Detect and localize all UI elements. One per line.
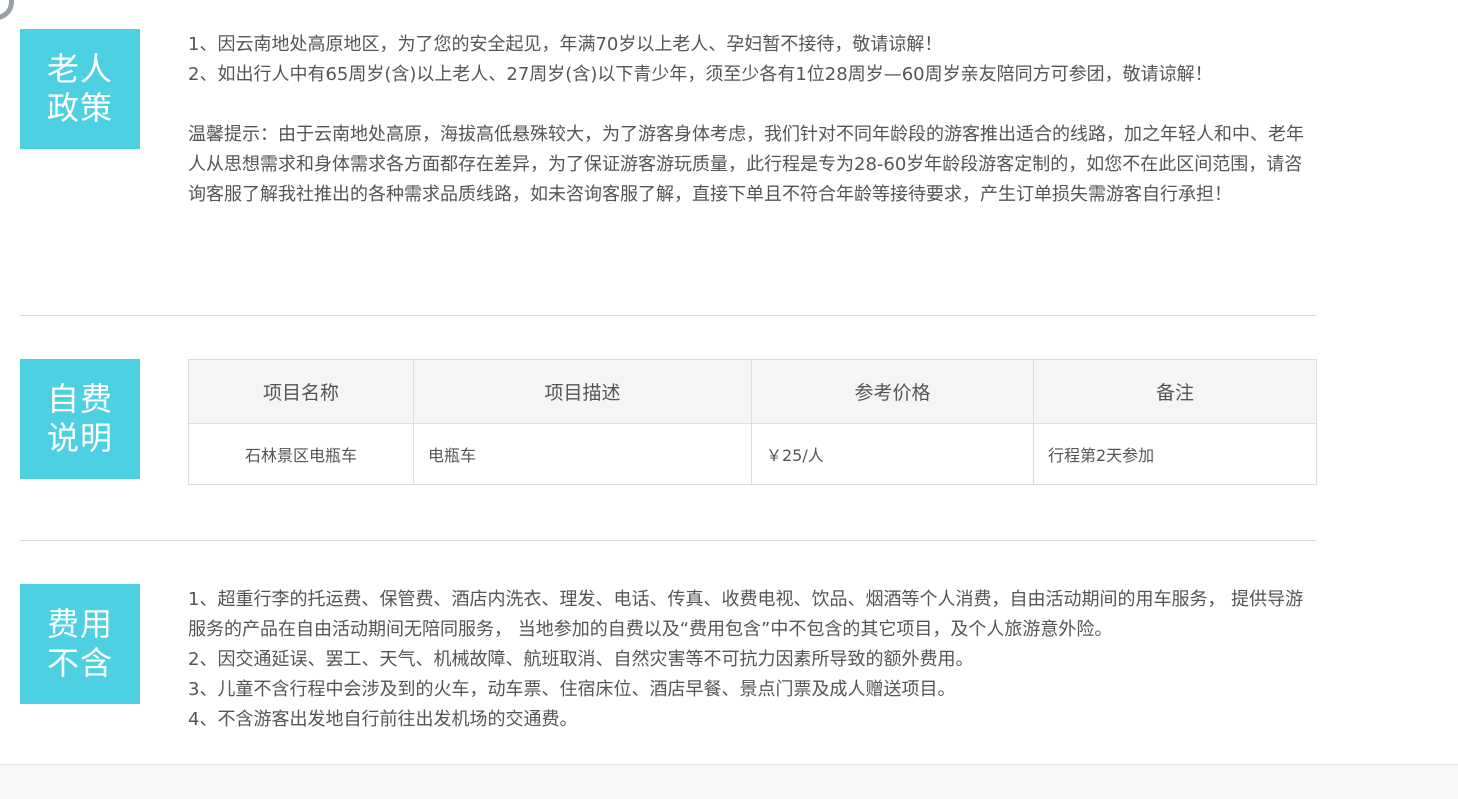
- fee-excluded-content: 1、超重行李的托运费、保管费、酒店内洗衣、理发、电话、传真、收费电视、饮品、烟酒…: [188, 585, 1316, 735]
- excluded-line: 3、儿童不含行程中会涉及到的火车，动车票、住宿床位、酒店早餐、景点门票及成人赠送…: [188, 679, 956, 700]
- badge-line: 老人: [46, 50, 113, 88]
- self-pay-badge: 自费 说明: [20, 359, 140, 479]
- cell-remark: 行程第2天参加: [1033, 423, 1317, 485]
- cell-item-desc: 电瓶车: [413, 423, 752, 485]
- loading-spinner-icon: [0, 0, 14, 20]
- table-row: 石林景区电瓶车 电瓶车 ￥25/人 行程第2天参加: [188, 423, 1317, 485]
- header-item-desc: 项目描述: [413, 359, 752, 424]
- excluded-line: 1、超重行李的托运费、保管费、酒店内洗衣、理发、电话、传真、收费电视、饮品、烟酒…: [188, 589, 1304, 640]
- badge-line: 费用: [46, 605, 113, 643]
- header-item-name: 项目名称: [188, 359, 414, 424]
- policy-tip: 温馨提示：由于云南地处高原，海拔高低悬殊较大，为了游客身体考虑，我们针对不同年龄…: [188, 124, 1304, 205]
- badge-line: 政策: [46, 89, 113, 127]
- section-divider: [20, 540, 1316, 541]
- policy-line: 2、如出行人中有65周岁(含)以上老人、27周岁(含)以下青少年，须至少各有1位…: [188, 64, 1213, 85]
- header-remark: 备注: [1033, 359, 1317, 424]
- cell-price: ￥25/人: [751, 423, 1034, 485]
- fee-excluded-badge: 费用 不含: [20, 584, 140, 704]
- table-header-row: 项目名称 项目描述 参考价格 备注: [188, 359, 1317, 424]
- policy-line: 1、因云南地处高原地区，为了您的安全起见，年满70岁以上老人、孕妇暂不接待，敬请…: [188, 34, 943, 55]
- header-price: 参考价格: [751, 359, 1034, 424]
- section-divider: [20, 315, 1316, 316]
- self-pay-table: 项目名称 项目描述 参考价格 备注 石林景区电瓶车 电瓶车 ￥25/人 行程第2…: [188, 359, 1317, 485]
- badge-line: 自费: [46, 380, 113, 418]
- badge-line: 不含: [46, 644, 113, 682]
- cell-item-name: 石林景区电瓶车: [188, 423, 414, 485]
- excluded-line: 2、因交通延误、罢工、天气、机械故障、航班取消、自然灾害等不可抗力因素所导致的额…: [188, 649, 974, 670]
- elder-policy-badge: 老人 政策: [20, 29, 140, 149]
- excluded-line: 4、不含游客出发地自行前往出发机场的交通费。: [188, 709, 578, 730]
- badge-line: 说明: [46, 419, 113, 457]
- bottom-bar: [0, 764, 1458, 799]
- elder-policy-content: 1、因云南地处高原地区，为了您的安全起见，年满70岁以上老人、孕妇暂不接待，敬请…: [188, 30, 1316, 210]
